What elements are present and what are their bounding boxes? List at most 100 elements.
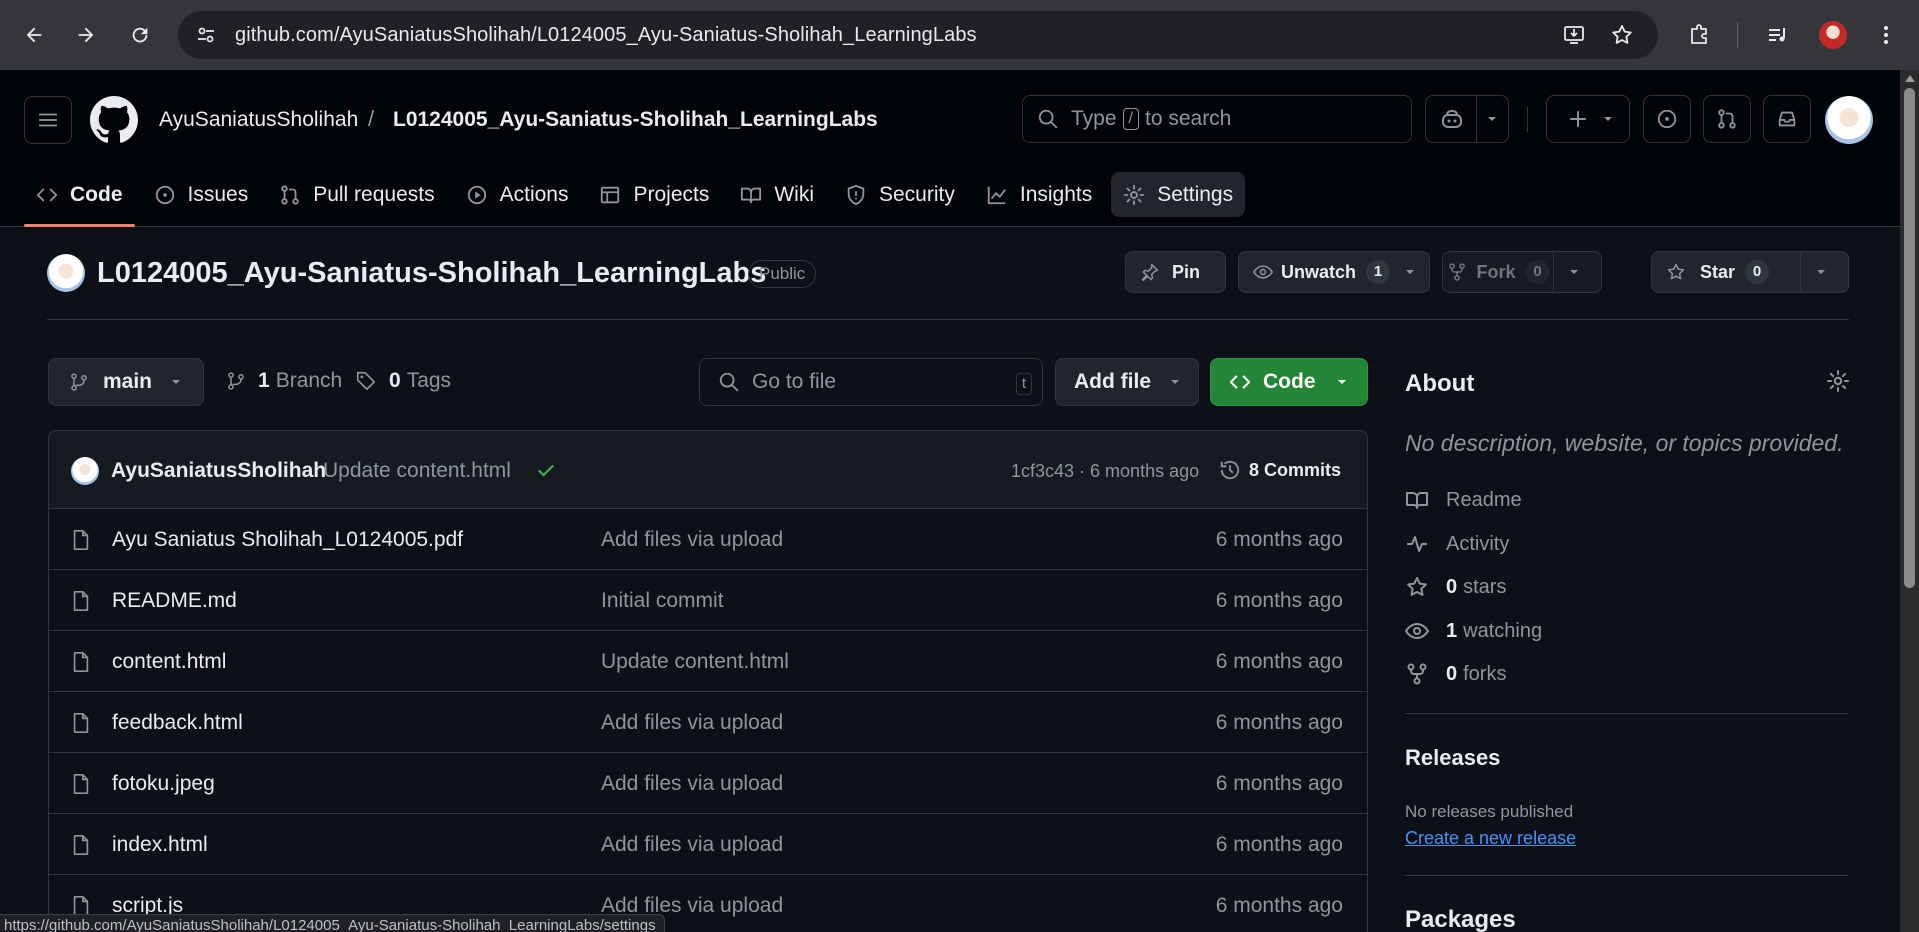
forks-link[interactable]: 0 forks [1405,662,1506,686]
go-to-file-input[interactable]: Go to file t [699,358,1043,406]
file-commit-message[interactable]: Initial commit [601,589,724,613]
tab-settings[interactable]: Settings [1111,172,1246,217]
shield-icon [845,184,867,206]
breadcrumb-owner[interactable]: AyuSaniatusSholihah [159,108,358,132]
commit-author[interactable]: AyuSaniatusSholihah [111,459,326,483]
file-commit-message[interactable]: Add files via upload [601,772,783,796]
activity-label: Activity [1446,532,1510,555]
copilot-icon [1428,96,1477,142]
pull-requests-shortcut-button[interactable] [1703,95,1751,143]
url-text[interactable]: github.com/AyuSaniatusSholihah/L0124005_… [235,24,977,47]
file-name[interactable]: fotoku.jpeg [112,772,215,796]
tab-actions[interactable]: Actions [454,172,581,217]
breadcrumb-repo[interactable]: L0124005_Ayu-Saniatus-Sholihah_LearningL… [393,108,878,132]
fork-button[interactable]: Fork 0 [1442,251,1602,293]
file-commit-message[interactable]: Add files via upload [601,833,783,857]
fork-dropdown[interactable] [1553,252,1594,292]
issues-shortcut-button[interactable] [1643,95,1691,143]
file-row[interactable]: README.md Initial commit 6 months ago [49,570,1367,631]
stars-link[interactable]: 0 stars [1405,575,1506,599]
star-dropdown[interactable] [1800,252,1841,292]
file-name[interactable]: index.html [112,833,208,857]
file-name[interactable]: content.html [112,650,226,674]
tab-label: Settings [1157,182,1234,206]
chrome-menu-icon[interactable] [1866,15,1906,55]
file-table: AyuSaniatusSholihah Update content.html … [48,430,1368,932]
tab-wiki[interactable]: Wiki [728,172,826,217]
file-row[interactable]: index.html Add files via upload 6 months a… [49,814,1367,875]
stars-label: stars [1463,575,1507,598]
commit-meta[interactable]: 1cf3c43 · 6 months ago [1011,461,1199,482]
user-avatar[interactable] [1825,96,1873,144]
packages-heading[interactable]: Packages [1405,906,1516,932]
profile-avatar[interactable] [1813,15,1853,55]
file-icon [71,651,91,673]
bookmark-star-icon[interactable] [1610,23,1634,47]
breadcrumb-separator: / [368,106,375,131]
copilot-button[interactable] [1425,95,1509,143]
eye-icon [1253,262,1273,282]
fork-icon [1405,662,1429,686]
file-row[interactable]: fotoku.jpeg Add files via upload 6 months … [49,753,1367,814]
scrollbar-thumb[interactable] [1904,88,1915,588]
branch-selector[interactable]: main [48,358,204,406]
extensions-icon[interactable] [1680,15,1720,55]
file-commit-message[interactable]: Add files via upload [601,528,783,552]
create-new-button[interactable] [1546,95,1630,143]
tab-pull-requests[interactable]: Pull requests [267,172,446,217]
tab-security[interactable]: Security [833,172,967,217]
tab-label: Actions [499,182,569,206]
owner-avatar[interactable] [47,254,85,292]
file-name[interactable]: feedback.html [112,711,243,735]
tab-issues[interactable]: Issues [142,172,261,217]
check-icon[interactable] [536,461,556,481]
forward-icon[interactable] [66,15,106,55]
tab-label: Projects [633,182,710,206]
file-row[interactable]: content.html Update content.html 6 months … [49,631,1367,692]
install-app-icon[interactable] [1562,23,1586,47]
repo-title-row: L0124005_Ayu-Saniatus-Sholihah_LearningL… [47,251,1849,320]
file-row[interactable]: Ayu Saniatus Sholihah_L0124005.pdf Add fi… [49,509,1367,570]
tab-insights[interactable]: Insights [974,172,1104,217]
file-row[interactable]: feedback.html Add files via upload 6 month… [49,692,1367,753]
back-icon[interactable] [14,15,54,55]
file-commit-age: 6 months ago [1215,528,1343,551]
tags-link[interactable]: 0 Tags [355,369,451,393]
reload-icon[interactable] [120,15,160,55]
releases-heading[interactable]: Releases [1405,745,1500,771]
file-commit-message[interactable]: Update content.html [601,650,789,674]
file-icon [71,712,91,734]
star-button[interactable]: Star 0 [1651,251,1849,293]
address-bar[interactable]: github.com/AyuSaniatusSholihah/L0124005_… [178,11,1658,59]
page-scrollbar[interactable] [1900,70,1919,932]
watching-label: watching [1463,619,1543,642]
scroll-up-arrow-icon[interactable] [1905,75,1915,82]
readme-link[interactable]: Readme [1405,488,1522,512]
inbox-button[interactable] [1763,95,1811,143]
commit-message[interactable]: Update content.html [323,459,511,483]
browser-toolbar: github.com/AyuSaniatusSholihah/L0124005_… [0,0,1919,70]
site-info-icon[interactable] [194,23,218,47]
tab-projects[interactable]: Projects [587,172,721,217]
code-dropdown-button[interactable]: Code [1210,358,1368,406]
repo-name[interactable]: L0124005_Ayu-Saniatus-Sholihah_LearningL… [97,257,766,290]
commits-link[interactable]: 8 Commits [1219,459,1341,481]
add-file-button[interactable]: Add file [1055,358,1199,406]
menu-icon[interactable] [24,96,72,144]
activity-link[interactable]: Activity [1405,532,1509,556]
file-name[interactable]: README.md [112,589,237,613]
pin-button[interactable]: Pin [1125,251,1226,293]
gear-icon[interactable] [1826,369,1850,393]
file-name[interactable]: Ayu Saniatus Sholihah_L0124005.pdf [112,528,463,552]
watching-link[interactable]: 1 watching [1405,619,1542,643]
tab-code[interactable]: Code [24,172,135,227]
watch-button[interactable]: Unwatch 1 [1238,251,1430,293]
media-controls-icon[interactable] [1758,15,1798,55]
create-release-link[interactable]: Create a new release [1405,828,1576,849]
watch-dropdown[interactable] [1400,252,1426,292]
file-commit-message[interactable]: Add files via upload [601,711,783,735]
github-logo-icon[interactable] [90,96,138,144]
global-search-input[interactable]: Type / to search [1022,95,1412,143]
branches-link[interactable]: 1 Branch [226,369,342,393]
commit-author-avatar[interactable] [71,457,99,485]
